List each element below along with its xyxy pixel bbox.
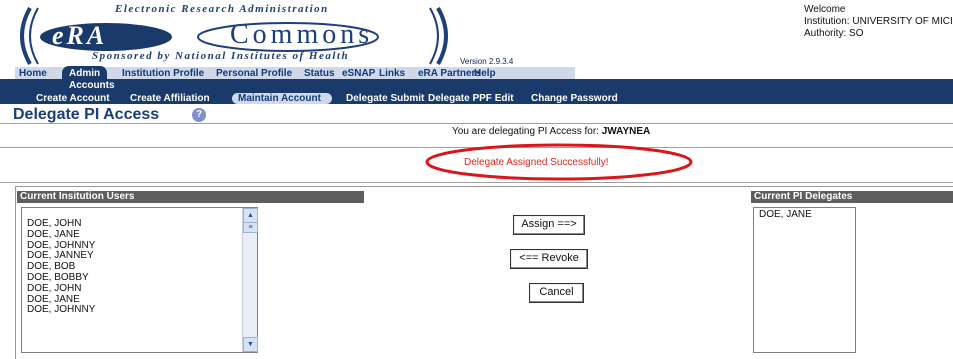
subnav-delegate-submit[interactable]: Delegate Submit: [346, 93, 424, 104]
institution-text: Institution: UNIVERSITY OF MICI: [804, 16, 953, 27]
list-item[interactable]: DOE, JOHNNY: [27, 305, 95, 316]
page-title: Delegate PI Access: [13, 106, 160, 123]
divider-bottom: [0, 182, 953, 183]
right-panel-header: Current PI Delegates: [751, 191, 953, 203]
nav-personal-profile[interactable]: Personal Profile: [216, 68, 292, 79]
delegating-user: JWAYNEA: [601, 126, 651, 137]
version-label: Version 2.9.3.4: [460, 57, 514, 66]
welcome-text: Welcome: [804, 4, 846, 15]
nav-home[interactable]: Home: [19, 68, 47, 79]
nav-esnap[interactable]: eSNAP: [342, 68, 375, 79]
nav-era-partners[interactable]: eRA Partners: [418, 68, 481, 79]
scroll-down-icon[interactable]: ▼: [243, 337, 258, 352]
list-item[interactable]: DOE, JANE: [27, 229, 95, 241]
left-panel-header: Current Insitution Users: [17, 191, 364, 203]
tagline-top: Electronic Research Administration: [115, 3, 329, 15]
assign-button[interactable]: Assign ==>: [513, 215, 585, 235]
logo-era-text: eRA: [52, 21, 108, 50]
list-item[interactable]: DOE, JOHN: [27, 283, 95, 295]
scroll-up-icon[interactable]: ▲: [243, 208, 258, 223]
pi-delegates-list[interactable]: DOE, JANE: [753, 207, 856, 353]
subnav-create-account[interactable]: Create Account: [36, 93, 110, 104]
delegates-list-items: DOE, JANE: [759, 209, 812, 221]
subnav-delegate-ppf-edit[interactable]: Delegate PPF Edit: [428, 93, 514, 104]
authority-text: Authority: SO: [804, 28, 864, 39]
delegating-text: You are delegating PI Access for: JWAYNE…: [452, 126, 650, 137]
tagline-bottom: Sponsored by National Institutes of Heal…: [92, 50, 350, 62]
subnav-create-affiliation[interactable]: Create Affiliation: [130, 93, 210, 104]
accounts-bar: [0, 79, 953, 91]
delegating-prefix: You are delegating PI Access for:: [452, 126, 599, 137]
institution-users-list[interactable]: DOE, JOHN DOE, JANE DOE, JOHNNY DOE, JAN…: [21, 207, 258, 353]
users-list-scrollbar[interactable]: ▲ ≡ ▼: [242, 208, 258, 352]
nav-links[interactable]: Links: [379, 68, 405, 79]
accounts-label[interactable]: Accounts: [69, 80, 115, 91]
nav-institution-profile[interactable]: Institution Profile: [122, 68, 204, 79]
cancel-button[interactable]: Cancel: [529, 283, 584, 303]
revoke-button[interactable]: <== Revoke: [510, 249, 588, 269]
subnav-change-password[interactable]: Change Password: [531, 93, 618, 104]
nav-status[interactable]: Status: [304, 68, 335, 79]
subnav-maintain-account[interactable]: Maintain Account: [238, 93, 321, 104]
logo-commons-text: Commons: [230, 19, 374, 50]
list-item[interactable]: DOE, JANE: [759, 209, 812, 221]
nav-help[interactable]: Help: [474, 68, 496, 79]
users-list-items: DOE, JOHN DOE, JANE DOE, JOHNNY DOE, JAN…: [27, 218, 95, 316]
divider-top: [0, 123, 953, 124]
nav-admin[interactable]: Admin: [69, 68, 100, 79]
help-icon[interactable]: ?: [192, 108, 206, 122]
scroll-thumb[interactable]: ≡: [243, 222, 258, 233]
annotation-ellipse: [425, 143, 693, 181]
